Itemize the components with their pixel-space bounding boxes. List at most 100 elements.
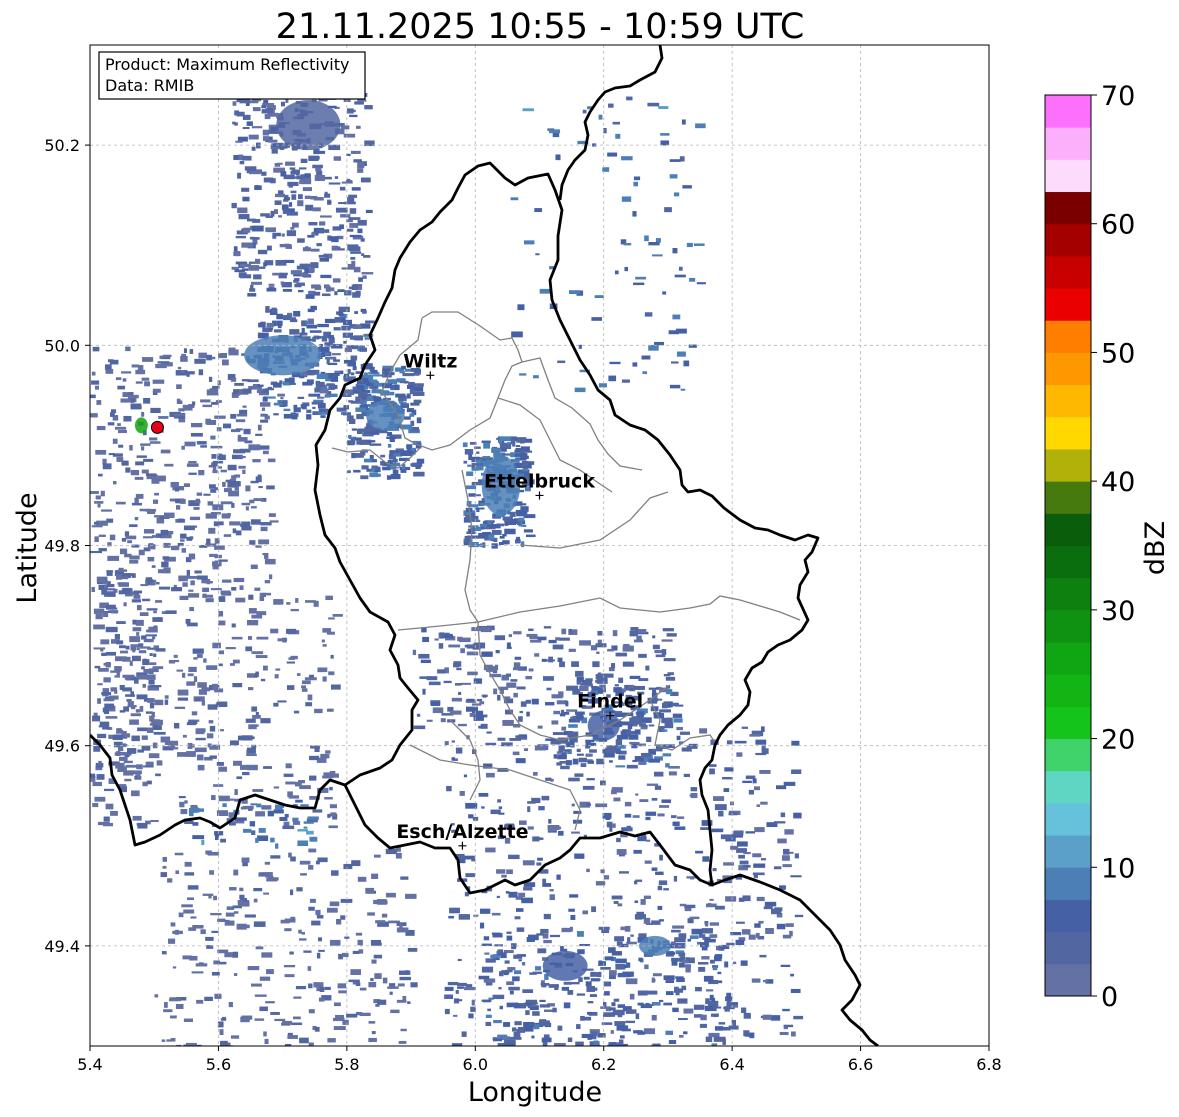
echo-pixel: [259, 976, 271, 981]
echo-pixel: [598, 383, 607, 388]
echo-pixel: [516, 1029, 526, 1033]
echo-pixel: [709, 898, 714, 901]
echo-pixel: [398, 1040, 407, 1044]
echo-pixel: [488, 997, 494, 1000]
echo-pixel: [698, 966, 706, 972]
echo-pixel: [171, 545, 180, 551]
echo-pixel: [114, 426, 127, 430]
echo-pixel: [125, 535, 137, 540]
echo-pixel: [476, 451, 480, 454]
echo-pixel: [452, 710, 459, 714]
echo-pixel: [432, 707, 444, 714]
echo-pixel: [368, 1037, 377, 1043]
echo-pixel: [311, 401, 323, 405]
echo-pixel: [616, 837, 621, 843]
echo-pixel: [361, 253, 365, 256]
echo-pixel: [525, 675, 533, 680]
echo-pixel: [392, 469, 399, 476]
echo-pixel: [223, 534, 232, 537]
echo-pixel: [200, 445, 207, 448]
echo-pixel: [175, 870, 180, 875]
echo-pixel: [152, 725, 162, 731]
echo-pixel: [701, 946, 708, 951]
echo-pixel: [364, 387, 368, 390]
echo-pixel: [164, 699, 169, 705]
echo-pixel: [264, 861, 271, 865]
echo-pixel: [305, 204, 314, 211]
echo-pixel: [250, 519, 261, 525]
echo-pixel: [252, 714, 261, 719]
echo-pixel: [196, 999, 204, 1004]
echo-pixel: [686, 242, 693, 248]
echo-pixel: [578, 977, 583, 983]
echo-pixel: [234, 789, 238, 796]
echo-pixel: [755, 932, 760, 938]
echo-pixel: [608, 1042, 616, 1046]
echo-pixel: [237, 434, 242, 440]
echo-pixel: [188, 807, 200, 813]
echo-pixel: [689, 277, 696, 282]
echo-pixel: [605, 1013, 611, 1017]
echo-pixel: [457, 986, 464, 989]
echo-pixel: [663, 658, 676, 662]
echo-pixel: [280, 397, 284, 400]
echo-pixel: [120, 398, 131, 403]
colorbar-segment: [1045, 352, 1091, 386]
echo-pixel: [669, 174, 678, 179]
echo-pixel: [669, 384, 681, 389]
echo-pixel: [359, 347, 367, 352]
echo-pixel: [518, 517, 525, 522]
echo-pixel: [506, 869, 513, 875]
echo-pixel: [122, 378, 127, 382]
echo-pixel: [407, 1001, 411, 1005]
echo-pixel: [98, 548, 107, 552]
echo-pixel: [314, 747, 320, 753]
echo-pixel: [141, 666, 145, 670]
echo-pixel: [160, 449, 171, 454]
echo-pixel: [743, 852, 751, 855]
echo-pixel: [632, 211, 637, 217]
echo-pixel: [222, 481, 226, 487]
echo-pixel: [595, 803, 608, 808]
echo-pixel: [152, 617, 163, 622]
echo-pixel: [205, 598, 214, 603]
echo-pixel: [324, 318, 336, 324]
echo-pixel: [141, 469, 149, 474]
echo-pixel: [615, 133, 621, 139]
echo-pixel: [355, 398, 360, 403]
echo-pixel: [582, 910, 589, 915]
echo-pixel: [422, 688, 426, 695]
echo-pixel: [186, 751, 196, 757]
echo-pixel: [270, 1011, 280, 1015]
echo-pixel: [239, 887, 244, 892]
echo-pixel: [137, 727, 148, 732]
echo-pixel: [499, 535, 505, 539]
echo-pixel: [680, 388, 686, 391]
echo-pixel: [713, 1014, 718, 1018]
echo-pixel: [142, 659, 150, 666]
echo-pixel: [515, 445, 521, 448]
echo-pixel: [734, 740, 747, 744]
echo-pixel: [288, 852, 292, 858]
echo-pixel: [523, 240, 535, 245]
echo-pixel: [136, 455, 147, 458]
echo-pixel: [357, 876, 367, 882]
echo-pixel: [490, 954, 500, 959]
echo-pixel: [539, 288, 551, 294]
echo-pixel: [231, 202, 237, 209]
echo-pixel: [220, 469, 227, 473]
echo-pixel: [250, 564, 258, 570]
echo-pixel: [463, 774, 468, 778]
echo-pixel: [286, 685, 295, 690]
echo-pixel: [128, 394, 139, 399]
echo-pixel: [600, 1006, 611, 1009]
echo-pixel: [718, 810, 724, 817]
echo-pixel: [176, 398, 181, 404]
echo-pixel: [264, 558, 276, 565]
echo-pixel: [99, 721, 110, 727]
echo-pixel: [228, 1001, 233, 1008]
echo-pixel: [387, 443, 392, 448]
echo-pixel: [548, 819, 552, 824]
echo-pixel: [387, 432, 393, 436]
echo-pixel: [466, 644, 476, 649]
